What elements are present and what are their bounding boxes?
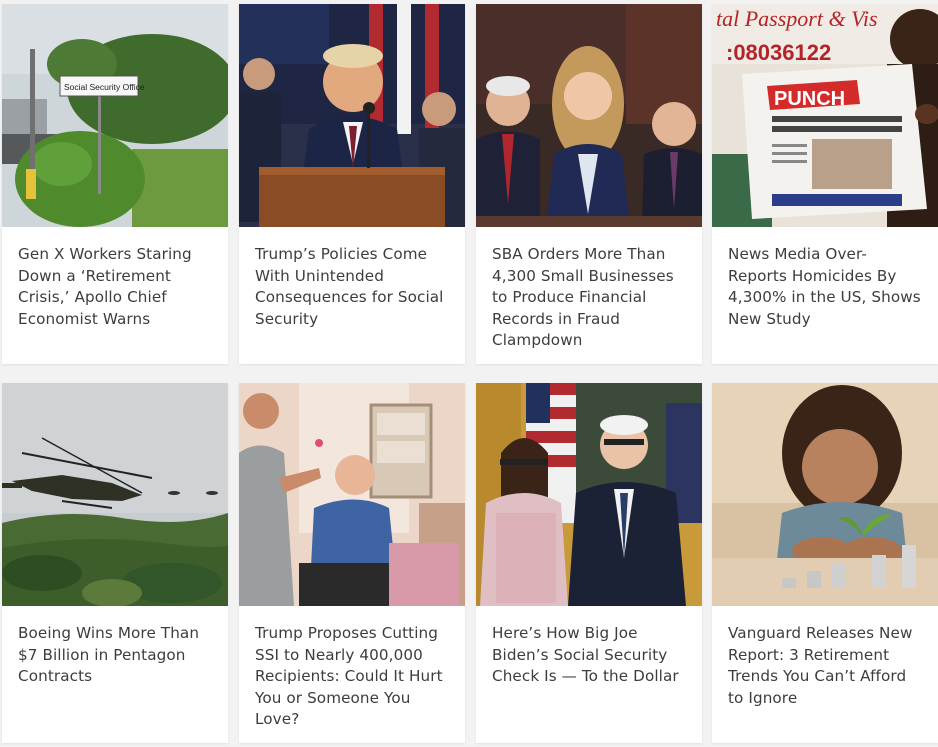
article-image[interactable] xyxy=(476,4,702,227)
article-image[interactable]: tal Passport & Vis :08036122 PUNCH xyxy=(712,4,938,227)
article-image[interactable] xyxy=(2,383,228,606)
article-card-trump-ssi[interactable]: Trump Proposes Cutting SSI to Nearly 400… xyxy=(239,383,465,743)
phone-text: :08036122 xyxy=(726,40,831,65)
article-image[interactable]: Social Security Office xyxy=(2,4,228,227)
article-card-trump-policies[interactable]: Trump’s Policies Come With Unintended Co… xyxy=(239,4,465,364)
svg-text:tal Passport & Vis: tal Passport & Vis xyxy=(716,6,878,31)
article-card-news-media-homicides[interactable]: tal Passport & Vis :08036122 PUNCH News … xyxy=(712,4,938,364)
article-title[interactable]: News Media Over-Reports Homicides By 4,3… xyxy=(712,227,938,330)
article-grid: Social Security Office Gen X Workers Sta… xyxy=(0,0,938,747)
article-card-biden-social-security[interactable]: Here’s How Big Joe Biden’s Social Securi… xyxy=(476,383,702,743)
masthead-text: PUNCH xyxy=(774,88,845,110)
article-image[interactable] xyxy=(476,383,702,606)
article-title[interactable]: Vanguard Releases New Report: 3 Retireme… xyxy=(712,606,938,709)
article-title[interactable]: Gen X Workers Staring Down a ‘Retirement… xyxy=(2,227,228,330)
article-card-gen-x-retirement[interactable]: Social Security Office Gen X Workers Sta… xyxy=(2,4,228,364)
sign-text: Social Security Office xyxy=(64,82,145,92)
article-image[interactable] xyxy=(239,4,465,227)
article-card-boeing-contracts[interactable]: Boeing Wins More Than $7 Billion in Pent… xyxy=(2,383,228,743)
article-image[interactable] xyxy=(712,383,938,606)
article-title[interactable]: Here’s How Big Joe Biden’s Social Securi… xyxy=(476,606,702,688)
article-card-sba-orders[interactable]: SBA Orders More Than 4,300 Small Busines… xyxy=(476,4,702,364)
article-card-vanguard-report[interactable]: Vanguard Releases New Report: 3 Retireme… xyxy=(712,383,938,743)
article-image[interactable] xyxy=(239,383,465,606)
article-title[interactable]: Trump Proposes Cutting SSI to Nearly 400… xyxy=(239,606,465,731)
article-title[interactable]: Boeing Wins More Than $7 Billion in Pent… xyxy=(2,606,228,688)
article-title[interactable]: Trump’s Policies Come With Unintended Co… xyxy=(239,227,465,330)
article-title[interactable]: SBA Orders More Than 4,300 Small Busines… xyxy=(476,227,702,352)
